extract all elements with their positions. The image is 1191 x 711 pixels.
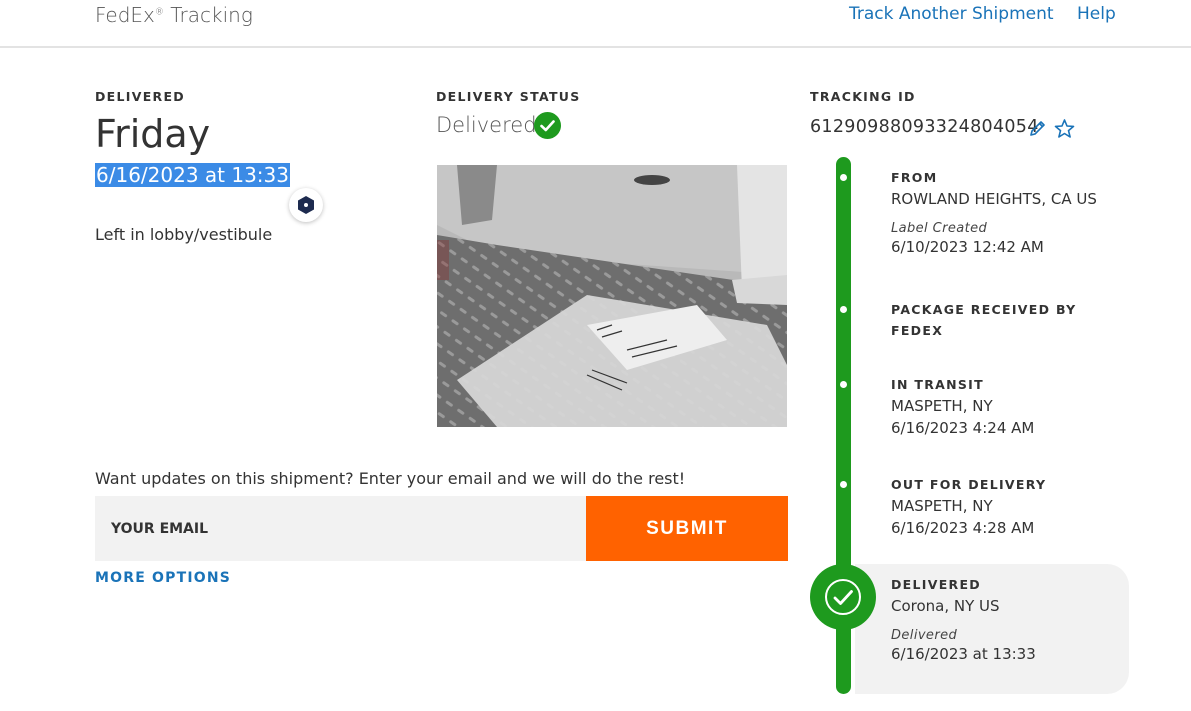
extension-bubble-icon[interactable] (289, 188, 323, 222)
star-icon[interactable] (1054, 118, 1075, 143)
event-title: PACKAGE RECEIVED BY (891, 302, 1077, 317)
timeline-dot (840, 481, 847, 488)
delivery-datetime: 6/16/2023 at 13:33 (95, 163, 290, 187)
event-title: IN TRANSIT (891, 377, 984, 392)
timeline-event-from: FROM ROWLAND HEIGHTS, CA US Label Create… (891, 167, 1097, 256)
submit-button[interactable]: SUBMIT (586, 496, 788, 561)
timeline-dot (840, 381, 847, 388)
delivery-location-note: Left in lobby/vestibule (95, 225, 273, 244)
updates-prompt: Want updates on this shipment? Enter you… (95, 469, 686, 488)
fedex-tracking-logo[interactable]: FedEx® Tracking (95, 3, 253, 27)
event-title: FROM (891, 170, 938, 185)
email-input[interactable] (95, 496, 586, 561)
event-title-line2: FEDEX (891, 323, 944, 338)
timeline-event-in-transit: IN TRANSIT MASPETH, NY 6/16/2023 4:24 AM (891, 374, 1034, 437)
event-title: DELIVERED (891, 577, 981, 592)
timeline-event-received: PACKAGE RECEIVED BY FEDEX (891, 299, 1076, 341)
delivery-status-value: Delivered (436, 113, 537, 137)
event-note: Label Created (891, 221, 988, 236)
delivery-photo-image (437, 165, 787, 427)
event-time: 6/16/2023 at 13:33 (891, 645, 1036, 663)
event-location: MASPETH, NY (891, 397, 993, 415)
timeline-event-delivered: DELIVERED Corona, NY US Delivered 6/16/2… (891, 574, 1036, 663)
tracking-id-label: TRACKING ID (810, 89, 916, 104)
check-circle-icon (534, 112, 561, 139)
delivery-datetime-wrap: 6/16/2023 at 13:33 (95, 162, 290, 188)
more-options-link[interactable]: MORE OPTIONS (95, 570, 231, 586)
event-time: 6/10/2023 12:42 AM (891, 238, 1044, 256)
event-title: OUT FOR DELIVERY (891, 477, 1047, 492)
track-another-shipment-link[interactable]: Track Another Shipment (849, 4, 1054, 24)
page-header: FedEx® Tracking Track Another Shipment H… (0, 0, 1191, 48)
email-field[interactable] (95, 496, 586, 561)
pencil-icon[interactable] (1028, 119, 1047, 142)
event-time: 6/16/2023 4:24 AM (891, 419, 1035, 437)
event-note: Delivered (891, 628, 958, 643)
tracking-number: 612909880933248040​54 (810, 117, 1039, 137)
hexagon-dot (304, 203, 308, 207)
event-location: MASPETH, NY (891, 497, 993, 515)
timeline-event-out-for-delivery: OUT FOR DELIVERY MASPETH, NY 6/16/2023 4… (891, 474, 1046, 537)
timeline-dot (840, 174, 847, 181)
delivery-status-label: DELIVERY STATUS (436, 89, 581, 104)
help-link[interactable]: Help (1077, 4, 1116, 24)
delivered-check-icon (810, 564, 876, 630)
brand-name: FedEx (95, 3, 155, 27)
event-location: Corona, NY US (891, 597, 1000, 615)
brand-mark: ® (154, 7, 164, 18)
timeline-dot (840, 306, 847, 313)
delivery-photo[interactable] (437, 165, 787, 427)
delivery-day: Friday (95, 112, 211, 156)
brand-suffix: Tracking (170, 3, 253, 27)
event-time: 6/16/2023 4:28 AM (891, 519, 1035, 537)
event-location: ROWLAND HEIGHTS, CA US (891, 190, 1097, 208)
check-mark (833, 590, 853, 605)
delivered-label: DELIVERED (95, 89, 185, 104)
